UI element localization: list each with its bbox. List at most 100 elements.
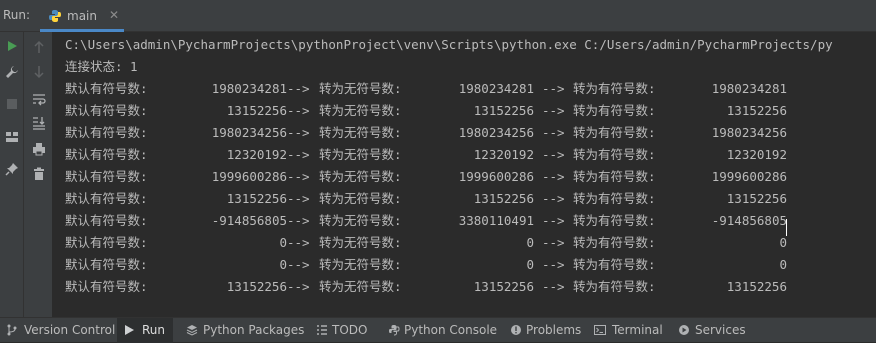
python-console-icon: [389, 325, 400, 336]
output-row: 默认有符号数: -914856805 --> 转为无符号数: 3380110491 -->…: [53, 210, 876, 232]
signed-label: 默认有符号数:: [65, 213, 148, 228]
tab-todo[interactable]: TODO: [310, 318, 372, 343]
services-icon: [679, 325, 689, 335]
resigned-value: 0: [779, 257, 787, 272]
signed-label: 默认有符号数:: [65, 235, 148, 250]
trash-icon[interactable]: [32, 167, 46, 181]
tool-window-bar: Version Control Run Python Packages TODO…: [0, 317, 876, 343]
unsigned-value: 12320192: [473, 147, 534, 162]
resigned-label: 转为有符号数:: [573, 279, 656, 294]
tab-main[interactable]: main ✕: [40, 0, 124, 32]
rerun-icon[interactable]: [5, 39, 19, 53]
tab-title: main: [67, 9, 97, 23]
run-tool-window-header: Run: main ✕: [0, 0, 876, 32]
arrow: -->: [287, 147, 310, 162]
output-row: 默认有符号数: 13152256 --> 转为无符号数: 13152256 --> 转为有符…: [53, 100, 876, 122]
tab-run[interactable]: Run: [117, 318, 173, 343]
resigned-value: 1980234256: [711, 125, 787, 140]
arrow-down-icon[interactable]: [32, 65, 46, 79]
layout-icon[interactable]: [5, 130, 19, 144]
resigned-value: -914856805: [711, 213, 787, 228]
output-row: 默认有符号数: 12320192 --> 转为无符号数: 12320192 --> 转为有符…: [53, 144, 876, 166]
signed-value: 0: [279, 235, 287, 250]
stop-icon[interactable]: [5, 97, 19, 111]
text-cursor: [786, 219, 787, 236]
arrow: -->: [542, 147, 565, 162]
arrow: -->: [542, 125, 565, 140]
unsigned-value: 1980234256: [458, 125, 534, 140]
arrow: -->: [542, 103, 565, 118]
list-icon: [317, 325, 327, 335]
arrow: -->: [542, 235, 565, 250]
tab-terminal-label: Terminal: [612, 323, 663, 337]
signed-value: 1980234256: [211, 125, 287, 140]
arrow: -->: [287, 81, 310, 96]
unsigned-value: 3380110491: [458, 213, 534, 228]
unsigned-label: 转为无符号数:: [319, 125, 402, 140]
arrow: -->: [287, 191, 310, 206]
soft-wrap-icon[interactable]: [32, 92, 46, 106]
unsigned-label: 转为无符号数:: [319, 81, 402, 96]
tab-version-control[interactable]: Version Control: [0, 318, 116, 343]
tab-services[interactable]: Services: [672, 318, 746, 343]
resigned-label: 转为有符号数:: [573, 81, 656, 96]
unsigned-label: 转为无符号数:: [319, 257, 402, 272]
tab-terminal[interactable]: Terminal: [588, 318, 663, 343]
arrow: -->: [287, 103, 310, 118]
arrow: -->: [542, 169, 565, 184]
arrow-up-icon[interactable]: [32, 40, 46, 54]
tab-services-label: Services: [695, 323, 746, 337]
info-icon: [511, 325, 521, 335]
unsigned-label: 转为无符号数:: [319, 213, 402, 228]
unsigned-value: 13152256: [473, 279, 534, 294]
signed-value: 1999600286: [211, 169, 287, 184]
signed-value: 13152256: [226, 279, 287, 294]
run-panel-label: Run:: [3, 8, 31, 22]
arrow: -->: [287, 257, 310, 272]
output-row: 默认有符号数: 0 --> 转为无符号数: 0 --> 转为有符号数: 0: [53, 254, 876, 276]
pin-icon[interactable]: [5, 162, 19, 176]
arrow: -->: [287, 169, 310, 184]
unsigned-value: 0: [526, 257, 534, 272]
python-icon: [49, 10, 61, 22]
tab-python-packages-label: Python Packages: [203, 323, 305, 337]
tab-python-console[interactable]: Python Console: [382, 318, 498, 343]
print-icon[interactable]: [32, 142, 46, 156]
signed-label: 默认有符号数:: [65, 125, 148, 140]
unsigned-label: 转为无符号数:: [319, 191, 402, 206]
tab-problems[interactable]: Problems: [504, 318, 582, 343]
resigned-label: 转为有符号数:: [573, 147, 656, 162]
scroll-to-end-icon[interactable]: [32, 116, 46, 130]
arrow: -->: [287, 125, 310, 140]
arrow: -->: [542, 213, 565, 228]
unsigned-value: 13152256: [473, 191, 534, 206]
signed-value: -914856805: [211, 213, 287, 228]
command-line: C:\Users\admin\PycharmProjects\pythonPro…: [65, 37, 833, 52]
output-row: 默认有符号数: 0 --> 转为无符号数: 0 --> 转为有符号数: 0: [53, 232, 876, 254]
unsigned-label: 转为无符号数:: [319, 147, 402, 162]
unsigned-label: 转为无符号数:: [319, 279, 402, 294]
tab-version-control-label: Version Control: [24, 323, 116, 337]
tab-python-console-label: Python Console: [404, 323, 498, 337]
resigned-label: 转为有符号数:: [573, 235, 656, 250]
signed-value: 13152256: [226, 191, 287, 206]
tab-python-packages[interactable]: Python Packages: [180, 318, 304, 343]
resigned-label: 转为有符号数:: [573, 169, 656, 184]
signed-label: 默认有符号数:: [65, 279, 148, 294]
resigned-value: 13152256: [726, 279, 787, 294]
unsigned-label: 转为无符号数:: [319, 169, 402, 184]
console-actions-toolbar: [24, 32, 53, 317]
signed-label: 默认有符号数:: [65, 81, 148, 96]
output-row: 默认有符号数: 13152256 --> 转为无符号数: 13152256 --> 转为有符…: [53, 276, 876, 298]
wrench-icon[interactable]: [5, 65, 19, 79]
signed-label: 默认有符号数:: [65, 257, 148, 272]
tab-problems-label: Problems: [526, 323, 582, 337]
run-icon: [125, 325, 134, 335]
arrow: -->: [287, 235, 310, 250]
signed-label: 默认有符号数:: [65, 103, 148, 118]
console-output[interactable]: C:\Users\admin\PycharmProjects\pythonPro…: [53, 32, 876, 317]
close-icon[interactable]: ✕: [109, 8, 119, 22]
output-row: 默认有符号数: 1980234256 --> 转为无符号数: 1980234256 -->…: [53, 122, 876, 144]
signed-value: 0: [279, 257, 287, 272]
resigned-value: 13152256: [726, 191, 787, 206]
